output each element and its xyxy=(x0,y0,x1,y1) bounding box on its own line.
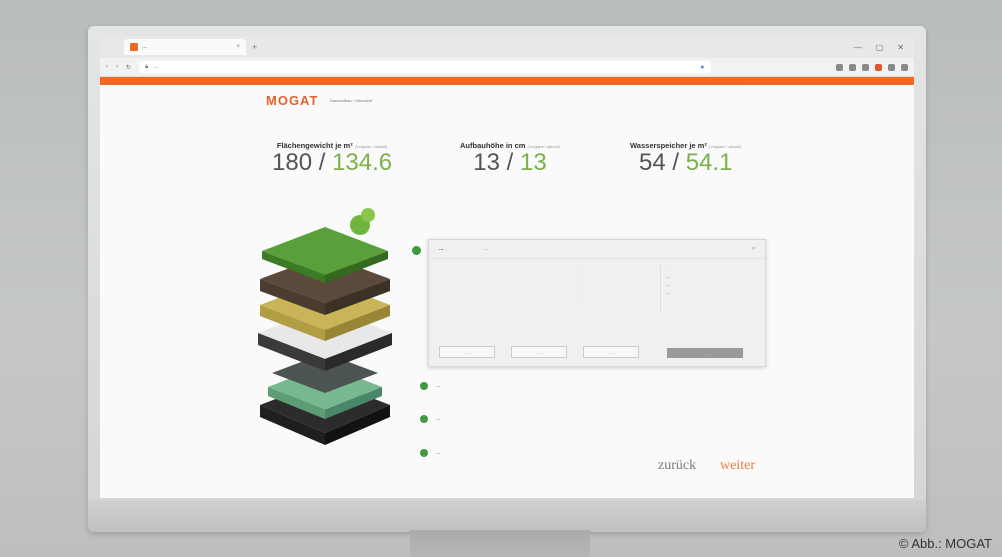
extension-icon[interactable] xyxy=(849,63,856,71)
top-accent-bar: ... xyxy=(100,77,914,85)
option-column: ... ... ... ... ... ... xyxy=(439,265,509,313)
option-item[interactable]: ... xyxy=(509,265,579,273)
monitor-stand xyxy=(410,530,590,557)
option-item[interactable]: ... xyxy=(580,273,650,281)
option-column: ... ... ... ... ... xyxy=(509,265,579,313)
monitor-chin xyxy=(88,500,926,532)
stat-current: 13 xyxy=(520,149,547,176)
stat-target: 13 xyxy=(473,149,500,176)
option-item[interactable]: ... xyxy=(509,281,579,289)
address-bar-row: ‹ › ↻ 🔒︎ ... ★ xyxy=(100,58,914,77)
option-item[interactable]: ... xyxy=(439,289,509,297)
step-dot-icon xyxy=(420,449,428,457)
stat-target: 54 xyxy=(638,149,666,176)
summary-item: ... xyxy=(667,274,671,279)
favicon-icon xyxy=(130,43,138,51)
tab-label: ... xyxy=(142,44,148,50)
stat-current: 54.1 xyxy=(685,149,733,176)
dialog-option-button[interactable]: ... xyxy=(511,346,567,358)
dialog-option-button[interactable]: ... xyxy=(583,346,639,358)
reload-icon[interactable]: ↻ xyxy=(126,64,131,71)
option-item[interactable]: ... xyxy=(509,273,579,281)
dialog-subtitle: ... xyxy=(483,246,488,252)
step-item[interactable]: ... ... xyxy=(420,382,474,390)
option-item[interactable]: ... xyxy=(509,297,579,305)
layer-vegetation xyxy=(262,227,388,275)
stat-current: 134.6 xyxy=(332,149,393,176)
summary-item: ... xyxy=(667,282,671,287)
window-controls: — ▢ ✕ xyxy=(854,43,914,52)
dialog-title: ... xyxy=(439,246,444,252)
step-item[interactable]: ... ... xyxy=(420,415,474,423)
option-item[interactable]: ... xyxy=(439,281,509,289)
tab-bar: ... × + — ▢ ✕ xyxy=(100,36,914,58)
url-input[interactable]: 🔒︎ ... ★ xyxy=(139,61,712,73)
image-credit: © Abb.: MOGAT xyxy=(898,536,992,551)
option-item[interactable]: ... xyxy=(439,265,509,273)
stat-target: 180 xyxy=(272,149,313,176)
option-item[interactable]: ... xyxy=(439,273,509,281)
logo[interactable]: MOGAT xyxy=(266,93,318,108)
roof-layers-illustration xyxy=(258,208,392,445)
extension-icon[interactable] xyxy=(836,63,843,71)
tab-close-icon[interactable]: × xyxy=(236,44,240,50)
step-item[interactable]: ... xyxy=(420,449,441,457)
minimize-button[interactable]: — xyxy=(854,43,862,52)
close-window-button[interactable]: ✕ xyxy=(897,43,904,52)
configurator-page: MOGAT Dachaufbau › Übersicht Flächengewi… xyxy=(100,85,914,498)
extensions-area xyxy=(836,63,908,71)
extension-icon[interactable] xyxy=(875,63,882,71)
step-label: ... xyxy=(436,416,441,422)
step-label: ... xyxy=(436,450,441,456)
option-item[interactable]: ... xyxy=(580,297,650,305)
browser-tab[interactable]: ... × xyxy=(124,39,246,55)
top-links[interactable]: ... xyxy=(751,78,754,83)
lock-icon: 🔒︎ xyxy=(145,63,149,70)
back-button[interactable]: zurück xyxy=(658,458,696,474)
dialog-summary: ... ... ... ... xyxy=(660,265,755,313)
step-dot-icon xyxy=(420,382,428,390)
summary-title: ... xyxy=(667,266,671,271)
option-item[interactable]: ... xyxy=(580,265,650,273)
back-icon[interactable]: ‹ xyxy=(106,64,108,70)
stat-water: Wasserspeicher je m² (Vorgabe / aktuell)… xyxy=(630,141,742,176)
option-column: ... ... ... ... ... xyxy=(580,265,650,313)
vegetation-dialog: ... ... × ... ... ... ... ... ... ... ..… xyxy=(428,239,766,367)
option-item[interactable]: ... xyxy=(509,289,579,297)
step-sub: ... xyxy=(470,416,474,422)
option-item[interactable]: ... xyxy=(439,305,509,313)
step-sub: ... xyxy=(470,383,474,389)
step-active-indicator xyxy=(412,246,421,255)
url-text: ... xyxy=(153,64,159,70)
screen: ... × + — ▢ ✕ ‹ › ↻ 🔒︎ ... ★ ... MOGAT D… xyxy=(100,36,914,498)
extension-icon[interactable] xyxy=(888,63,895,71)
bookmark-star-icon[interactable]: ★ xyxy=(700,64,705,71)
forward-icon[interactable]: › xyxy=(116,64,118,70)
dialog-option-button[interactable]: ... xyxy=(439,346,495,358)
extension-icon[interactable] xyxy=(862,63,869,71)
stat-height: Aufbauhöhe in cm (Vorgabe / aktuell) 13 … xyxy=(460,141,560,176)
new-tab-button[interactable]: + xyxy=(252,42,257,52)
option-item[interactable]: ... xyxy=(580,281,650,289)
step-dot-icon xyxy=(420,415,428,423)
breadcrumb[interactable]: Dachaufbau › Übersicht xyxy=(330,98,372,103)
option-item[interactable]: ... xyxy=(439,297,509,305)
stat-weight: Flächengewicht je m² (Vorgabe / aktuell)… xyxy=(272,141,393,176)
next-button[interactable]: weiter xyxy=(720,458,755,474)
maximize-button[interactable]: ▢ xyxy=(876,43,884,52)
summary-item: ... xyxy=(667,290,671,295)
dialog-close-icon[interactable]: × xyxy=(752,246,755,252)
option-item[interactable]: ... xyxy=(580,289,650,297)
step-label: ... xyxy=(436,383,441,389)
dialog-confirm-button[interactable]: ... xyxy=(667,348,743,358)
menu-icon[interactable] xyxy=(901,63,908,71)
